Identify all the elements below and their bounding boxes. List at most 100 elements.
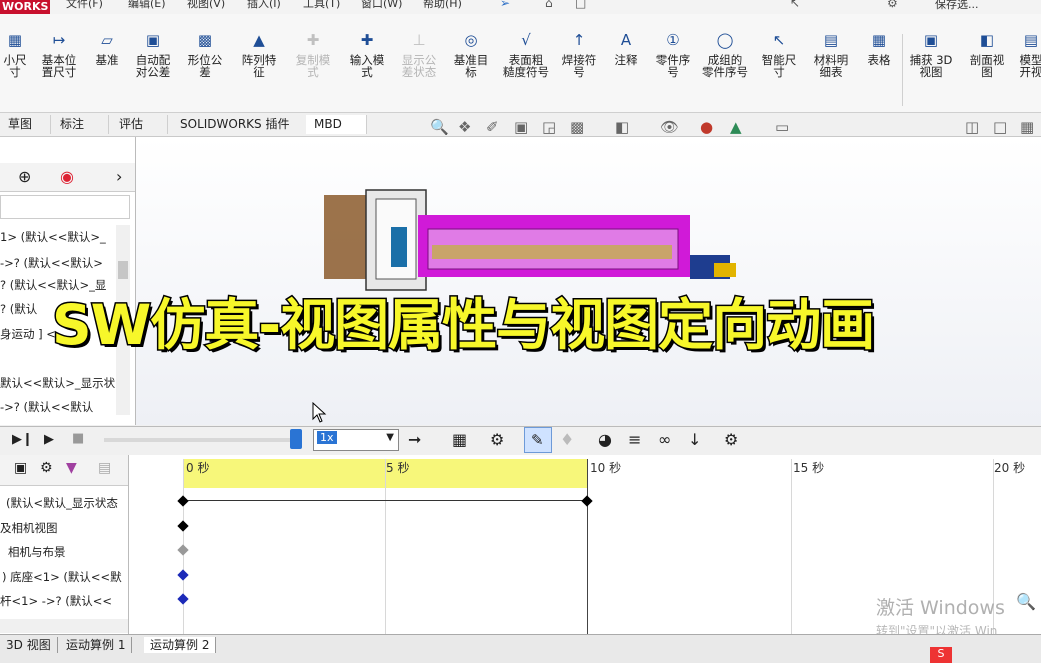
- zoom-to-fit-icon[interactable]: 🔍: [430, 118, 449, 136]
- tree-item[interactable]: 1> (默认<<默认>_: [0, 229, 106, 245]
- tree-item[interactable]: ->? (默认<<默认: [0, 399, 93, 415]
- ribbon-button-18[interactable]: ▣ 捕获 3D 视图: [906, 33, 956, 79]
- contact-icon[interactable]: ∞: [658, 430, 671, 449]
- tab-motion-study-1[interactable]: 运动算例 1: [60, 637, 133, 653]
- menu-window[interactable]: 窗口(W): [361, 0, 402, 11]
- tree-horizontal-scrollbar[interactable]: [0, 619, 128, 633]
- home-icon[interactable]: ⌂: [545, 0, 553, 10]
- menu-file[interactable]: 文件(F): [66, 0, 103, 11]
- ribbon-button-15[interactable]: ↖ 智能尺寸: [756, 33, 802, 79]
- section-view-hud-icon[interactable]: ▣: [514, 118, 528, 136]
- tab-evaluate[interactable]: 评估: [111, 115, 168, 134]
- view-orientation-icon[interactable]: ▩: [570, 118, 584, 136]
- model-rail: [432, 245, 672, 259]
- motor-icon[interactable]: ◕: [598, 430, 612, 449]
- save-animation-icon[interactable]: ▦: [452, 430, 467, 449]
- ribbon-button-5[interactable]: ▲ 阵列特征: [236, 33, 282, 79]
- chevron-right-icon[interactable]: ›: [116, 167, 122, 186]
- hide-show-items-icon[interactable]: 👁: [660, 118, 679, 136]
- playback-slider-track[interactable]: [104, 438, 294, 442]
- tab-sketch[interactable]: 草图: [0, 115, 51, 134]
- menu-insert[interactable]: 插入(I): [247, 0, 281, 11]
- tab-motion-study-2[interactable]: 运动算例 2: [144, 637, 217, 653]
- playback-speed-select[interactable]: 1x ▼: [313, 429, 399, 451]
- timeline-row-label[interactable]: 相机与布景: [8, 544, 66, 560]
- crosshair-icon[interactable]: ⊕: [18, 167, 31, 186]
- zoom-timeline-icon[interactable]: 🔍: [1016, 592, 1036, 611]
- menu-tools[interactable]: 工具(T): [303, 0, 340, 11]
- edit-appearance-icon[interactable]: ●: [700, 118, 713, 136]
- tile-window-icon[interactable]: ▦: [1020, 118, 1034, 136]
- display-style-icon[interactable]: ◧: [615, 118, 629, 136]
- play-icon[interactable]: ▶: [44, 432, 54, 447]
- timeline-row-label[interactable]: ) 底座<1> (默认<<默: [2, 569, 122, 585]
- play-from-start-icon[interactable]: ▶❙: [12, 432, 33, 447]
- playback-mode-icon[interactable]: ➞: [408, 430, 421, 449]
- tree-item[interactable]: ->? (默认<<默认>: [0, 255, 103, 271]
- ribbon-button-3[interactable]: ▣ 自动配 对公差: [130, 33, 176, 79]
- ribbon-button-14[interactable]: ◯ 成组的 零件序号: [700, 31, 750, 79]
- tab-annotation[interactable]: 标注: [52, 115, 109, 134]
- solidworks-logo[interactable]: WORKS: [0, 0, 50, 14]
- menu-edit[interactable]: 编辑(E): [128, 0, 166, 11]
- ribbon-button-11[interactable]: ↑ 焊接符号: [556, 33, 602, 79]
- playback-slider-handle[interactable]: [290, 429, 302, 449]
- ribbon-button-label: 图: [981, 65, 993, 79]
- ribbon-button-20[interactable]: ▤ 模型 开视: [1016, 33, 1041, 79]
- menu-help[interactable]: 帮助(H): [423, 0, 462, 11]
- stacked-balloon-icon: ◯: [716, 31, 734, 49]
- timeline-row-label[interactable]: (默认<默认_显示状态: [6, 495, 118, 511]
- ribbon-button-10[interactable]: √ 表面粗 糙度符号: [502, 33, 550, 79]
- dynamic-annotation-icon[interactable]: ◲: [542, 118, 556, 136]
- ribbon-button-7[interactable]: ✚ 输入模式: [344, 33, 390, 79]
- ribbon-button-12[interactable]: A 注释: [608, 33, 644, 67]
- menu-view[interactable]: 视图(V): [187, 0, 225, 11]
- restore-window-icon[interactable]: ◫: [965, 118, 979, 136]
- add-key-icon[interactable]: ♦: [560, 430, 574, 449]
- scrollbar-thumb[interactable]: [118, 261, 128, 279]
- ribbon-button-4[interactable]: ▩ 形位公差: [182, 33, 228, 79]
- autokey-button[interactable]: ✎: [524, 427, 552, 453]
- user-search[interactable]: 保存选...: [935, 0, 979, 12]
- tree-item[interactable]: ? (默认: [0, 301, 37, 317]
- spring-icon[interactable]: ≡: [628, 430, 641, 449]
- filter-selected-icon[interactable]: ▼: [66, 460, 77, 476]
- new-document-icon[interactable]: □: [575, 0, 586, 10]
- ribbon-button-2[interactable]: ▱ 基准: [90, 33, 124, 67]
- ribbon-button-19[interactable]: ◧ 剖面视图: [964, 33, 1010, 79]
- timeline-row-label[interactable]: 及相机视图: [0, 520, 58, 536]
- tree-item[interactable]: 身运动 ] <: [0, 326, 56, 342]
- ribbon-button-13[interactable]: ① 零件序号: [650, 33, 696, 79]
- ribbon-button-0[interactable]: ▦ 小尺寸: [0, 33, 30, 79]
- pin-icon[interactable]: ➢: [500, 0, 510, 10]
- timeline-row-label[interactable]: 杆<1> ->? (默认<<: [0, 593, 112, 609]
- ribbon-button-16[interactable]: ▤ 材料明 细表: [808, 33, 854, 79]
- animation-wizard-icon[interactable]: ⚙: [490, 430, 504, 449]
- maximize-window-icon[interactable]: □: [993, 118, 1007, 136]
- tab-solidworks-addins[interactable]: SOLIDWORKS 插件: [172, 115, 317, 134]
- stop-icon[interactable]: ■: [72, 431, 84, 446]
- ime-icon[interactable]: S: [930, 647, 952, 663]
- filter-driving-icon[interactable]: ⚙: [40, 460, 53, 476]
- zoom-area-icon[interactable]: ❖: [458, 118, 471, 136]
- ribbon-button-6[interactable]: ✚ 复制模式: [290, 33, 336, 79]
- options-gear-icon[interactable]: ⚙: [887, 0, 898, 10]
- ribbon-button-9[interactable]: ◎ 基准目标: [448, 33, 494, 79]
- view-settings-icon[interactable]: ▭: [775, 118, 789, 136]
- motion-study-properties-icon[interactable]: ⚙: [724, 430, 738, 449]
- tab-mbd[interactable]: MBD: [306, 115, 367, 134]
- filter-results-icon[interactable]: ▤: [98, 460, 111, 476]
- filter-animated-icon[interactable]: ▣: [14, 460, 27, 476]
- select-cursor-icon[interactable]: ↖: [790, 0, 800, 10]
- previous-view-icon[interactable]: ✐: [486, 118, 499, 136]
- apply-scene-icon[interactable]: ▲: [730, 118, 742, 136]
- tree-item[interactable]: 默认<<默认>_显示状: [0, 375, 115, 391]
- filter-input[interactable]: [0, 195, 130, 219]
- ribbon-button-1[interactable]: ↦ 基本位 置尺寸: [36, 33, 82, 79]
- gravity-icon[interactable]: ↓: [688, 430, 701, 449]
- ribbon-button-17[interactable]: ▦ 表格: [862, 33, 896, 67]
- timeline-time-bar[interactable]: [587, 459, 588, 634]
- tab-3d-view[interactable]: 3D 视图: [0, 637, 58, 653]
- ribbon-button-8[interactable]: ⊥ 显示公 差状态: [396, 33, 442, 79]
- appearance-icon[interactable]: ◉: [60, 167, 74, 186]
